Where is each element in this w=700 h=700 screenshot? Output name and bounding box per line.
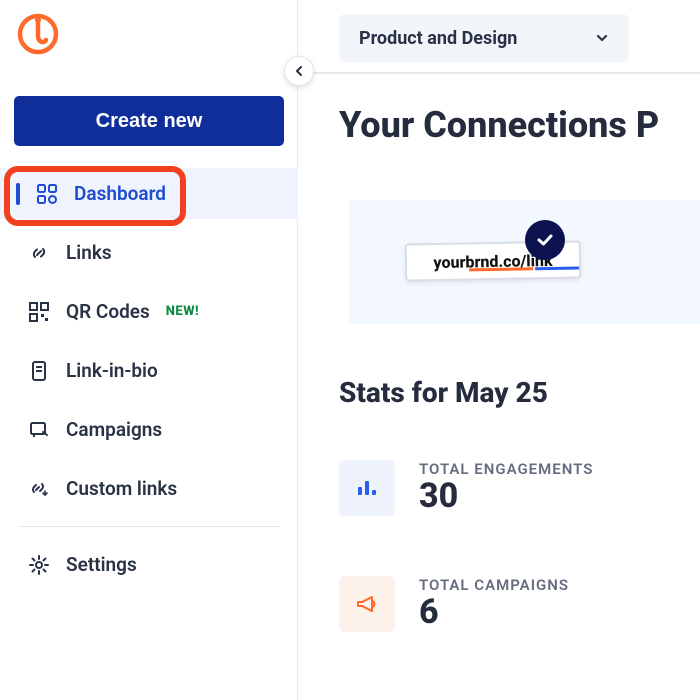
sidebar-item-label: Links xyxy=(66,241,112,264)
main-content: Product and Design Your Connections P yo… xyxy=(299,0,700,700)
stat-label: TOTAL CAMPAIGNS xyxy=(419,576,569,594)
bar-chart-icon xyxy=(339,460,395,516)
underline-orange xyxy=(469,267,533,271)
workspace-selector[interactable]: Product and Design xyxy=(339,14,629,62)
campaigns-icon xyxy=(28,419,50,441)
collapse-sidebar-button[interactable] xyxy=(284,56,314,86)
stat-value: 6 xyxy=(419,594,569,631)
check-icon xyxy=(535,230,555,250)
sidebar-item-link-in-bio[interactable]: Link-in-bio xyxy=(0,345,298,396)
qr-code-icon xyxy=(28,301,50,323)
create-new-button[interactable]: Create new xyxy=(14,96,284,146)
sidebar-item-qr-codes[interactable]: QR Codes NEW! xyxy=(0,286,298,337)
sidebar-item-label: Link-in-bio xyxy=(66,359,158,382)
sidebar-item-label: Custom links xyxy=(66,477,177,500)
verified-check-badge xyxy=(525,220,565,260)
brand-logo xyxy=(16,12,60,56)
header-divider xyxy=(299,72,700,74)
sidebar-item-label: Campaigns xyxy=(66,418,162,441)
sidebar-item-label: QR Codes xyxy=(66,300,150,323)
gear-icon xyxy=(28,554,50,576)
custom-links-icon xyxy=(28,478,50,500)
link-in-bio-icon xyxy=(28,360,50,382)
stat-engagements: TOTAL ENGAGEMENTS 30 xyxy=(339,460,593,516)
sidebar-divider xyxy=(18,526,280,527)
stat-value: 30 xyxy=(419,478,593,515)
page-title: Your Connections P xyxy=(339,104,659,146)
sidebar-item-custom-links[interactable]: Custom links xyxy=(0,463,298,514)
new-badge: NEW! xyxy=(166,304,199,319)
sidebar: Create new Dashboard Links xyxy=(0,0,298,700)
dashboard-icon xyxy=(36,183,58,205)
sidebar-item-label: Dashboard xyxy=(74,182,166,205)
chevron-down-icon xyxy=(595,31,609,45)
sidebar-item-links[interactable]: Links xyxy=(0,227,298,278)
stats-heading: Stats for May 25 xyxy=(339,376,548,409)
link-icon xyxy=(28,242,50,264)
megaphone-icon xyxy=(339,576,395,632)
sidebar-nav: Dashboard Links QR Codes NEW! xyxy=(0,168,298,598)
stat-campaigns: TOTAL CAMPAIGNS 6 xyxy=(339,576,569,632)
sidebar-item-settings[interactable]: Settings xyxy=(0,539,298,590)
underline-blue xyxy=(535,266,579,270)
chevron-left-icon xyxy=(293,65,305,77)
sidebar-item-dashboard[interactable]: Dashboard xyxy=(0,168,298,219)
promo-panel: yourbrnd.co/link xyxy=(349,200,700,324)
sidebar-item-label: Settings xyxy=(66,553,137,576)
workspace-selector-label: Product and Design xyxy=(359,28,517,49)
sidebar-item-campaigns[interactable]: Campaigns xyxy=(0,404,298,455)
